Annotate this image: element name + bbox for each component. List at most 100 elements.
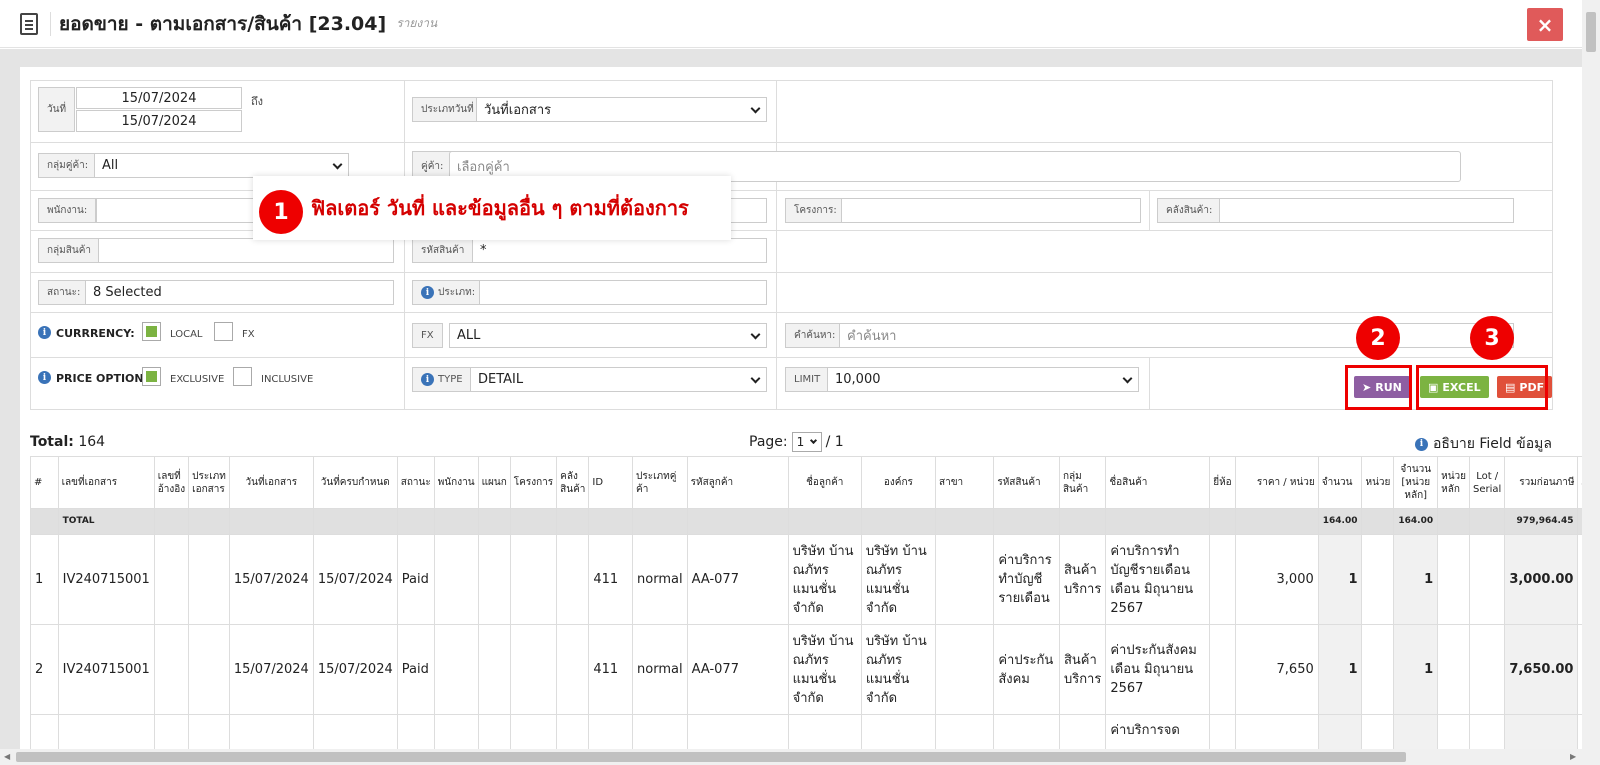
column-header[interactable]: หน่วย	[1361, 456, 1395, 509]
page-title: ยอดขาย - ตามเอกสาร/สินค้า [23.04]	[59, 12, 387, 35]
table-cell	[433, 508, 479, 535]
date-from-input[interactable]: 15/07/2024	[76, 87, 242, 109]
search-label: คำค้นหา:	[785, 323, 845, 348]
total-row-label: TOTAL	[57, 508, 155, 535]
quantity-main: 1	[1393, 624, 1439, 715]
column-header[interactable]: วันที่เอกสาร	[228, 456, 314, 509]
customer-name: บริษัท บ้านณภัทร แมนชั่น จำกัด	[787, 534, 862, 625]
date-to-input[interactable]: 15/07/2024	[76, 110, 242, 132]
table-cell	[934, 534, 995, 625]
table-row[interactable]: 2 IV240715001 15/07/2024 15/07/2024 Paid…	[30, 624, 1600, 715]
column-header[interactable]: พนักงาน	[433, 456, 479, 509]
customer-group-select[interactable]: All	[94, 153, 349, 178]
product-code-input[interactable]: *	[472, 238, 767, 263]
column-header[interactable]: ประเภทคู่ค้า	[632, 456, 688, 509]
column-header[interactable]: หน่วยหลัก	[1437, 456, 1471, 509]
inclusive-checkbox[interactable]	[233, 367, 252, 386]
column-header[interactable]: โครงการ	[509, 456, 558, 509]
column-header[interactable]: ประเภทเอกสาร	[188, 456, 230, 509]
info-icon: i	[421, 286, 434, 299]
local-checkbox[interactable]	[142, 322, 161, 341]
field-help-link[interactable]: i อธิบาย Field ข้อมูล	[1415, 433, 1552, 455]
doc-number[interactable]: IV240715001	[57, 624, 155, 715]
vertical-scrollbar[interactable]	[1582, 0, 1600, 765]
product-group-input[interactable]	[98, 238, 394, 263]
column-header[interactable]: ยี่ห้อ	[1209, 456, 1236, 509]
column-header[interactable]: จำนวน	[1317, 456, 1363, 509]
table-cell	[153, 508, 190, 535]
status-select[interactable]: 8 Selected	[85, 280, 394, 305]
employee-label: พนักงาน:	[38, 198, 97, 223]
chevron-down-icon	[332, 159, 343, 170]
vertical-scroll-thumb[interactable]	[1586, 12, 1596, 52]
column-header[interactable]: ชื่อสินค้า	[1105, 456, 1211, 509]
annotation-box-export	[1416, 365, 1548, 410]
date-to-label: ถึง	[251, 95, 264, 108]
table-cell	[1105, 508, 1211, 535]
column-header[interactable]: เลขที่เอกสาร	[57, 456, 155, 509]
close-button[interactable]: ×	[1527, 8, 1563, 41]
column-header[interactable]: วันที่ครบกำหนด	[312, 456, 398, 509]
type-select[interactable]: DETAIL	[470, 367, 767, 392]
search-input[interactable]: คำค้นหา	[839, 323, 1514, 348]
annotation-callout: ฟิลเตอร์ วันที่ และข้อมูลอื่น ๆ ตามที่ต้…	[253, 176, 731, 240]
column-header[interactable]: Lot / Serial	[1469, 456, 1506, 509]
horizontal-scrollbar[interactable]: ◀ ▶	[0, 749, 1582, 765]
type-label: i TYPE	[412, 367, 472, 392]
column-header[interactable]: รหัสสินค้า	[993, 456, 1060, 509]
column-header[interactable]: สาขา	[934, 456, 995, 509]
fx-select[interactable]: ALL	[449, 323, 767, 348]
doc-type-input[interactable]	[479, 280, 767, 305]
horizontal-scroll-thumb[interactable]	[16, 752, 1406, 762]
column-header[interactable]: ราคา / หน่วย	[1234, 456, 1319, 509]
table-cell	[477, 624, 511, 715]
total-qty-main: 164.00	[1393, 508, 1439, 535]
column-header[interactable]: จำนวน [หน่วยหลัก]	[1393, 456, 1439, 509]
limit-select[interactable]: 10,000	[827, 367, 1139, 392]
column-header[interactable]: คลังสินค้า	[556, 456, 590, 509]
table-cell	[188, 534, 230, 625]
column-header[interactable]: #	[30, 456, 59, 509]
table-header-row: # เลขที่เอกสาร เลขที่อ้างอิง ประเภทเอกสา…	[30, 456, 1600, 509]
fx-checkbox[interactable]	[214, 322, 233, 341]
product-name: ค่าบริการทำบัญชีรายเดือน เดือน มิถุนายน …	[1105, 534, 1211, 625]
table-cell	[1361, 534, 1395, 625]
doc-date: 15/07/2024	[228, 624, 314, 715]
table-cell	[1209, 624, 1236, 715]
customer-group-label: กลุ่มคู่ค้า:	[38, 153, 98, 178]
total-qty: 164.00	[1317, 508, 1363, 535]
column-header[interactable]: องค์กร	[860, 456, 936, 509]
column-header[interactable]: แผนก	[477, 456, 511, 509]
column-header[interactable]: กลุ่มสินค้า	[1058, 456, 1107, 509]
filter-divider	[1149, 191, 1150, 231]
column-header[interactable]: ชื่อลูกค้า	[787, 456, 862, 509]
project-input[interactable]	[841, 198, 1141, 223]
exclusive-checkbox[interactable]	[142, 367, 161, 386]
warehouse-input[interactable]	[1219, 198, 1514, 223]
date-type-select[interactable]: วันที่เอกสาร	[476, 97, 767, 122]
column-header[interactable]: รวมก่อนภาษี	[1504, 456, 1579, 509]
column-header[interactable]: สถานะ	[396, 456, 435, 509]
customer-code: AA-077	[686, 624, 789, 715]
scroll-right-icon[interactable]: ▶	[1570, 752, 1576, 761]
unit-price: 3,000	[1234, 534, 1319, 625]
column-header[interactable]: ID	[588, 456, 634, 509]
customer-code: AA-077	[686, 534, 789, 625]
table-cell	[934, 624, 995, 715]
header-divider	[50, 11, 51, 36]
type-label-text: TYPE	[438, 374, 463, 385]
price-option-label: PRICE OPTION:	[56, 372, 149, 385]
doc-number[interactable]: IV240715001	[57, 534, 155, 625]
table-cell	[632, 508, 688, 535]
info-icon[interactable]: i	[38, 371, 51, 384]
report-header: ยอดขาย - ตามเอกสาร/สินค้า [23.04] รายงาน	[0, 0, 1582, 48]
column-header[interactable]: รหัสลูกค้า	[686, 456, 789, 509]
column-header[interactable]: เลขที่อ้างอิง	[153, 456, 190, 509]
info-icon[interactable]: i	[38, 326, 51, 339]
page-select[interactable]: 1	[791, 432, 822, 452]
local-label: LOCAL	[170, 329, 203, 340]
table-row[interactable]: 1 IV240715001 15/07/2024 15/07/2024 Paid…	[30, 534, 1600, 625]
scroll-left-icon[interactable]: ◀	[4, 752, 10, 761]
chevron-down-icon	[1122, 373, 1133, 384]
date-type-label: ประเภทวันที่	[412, 97, 483, 122]
